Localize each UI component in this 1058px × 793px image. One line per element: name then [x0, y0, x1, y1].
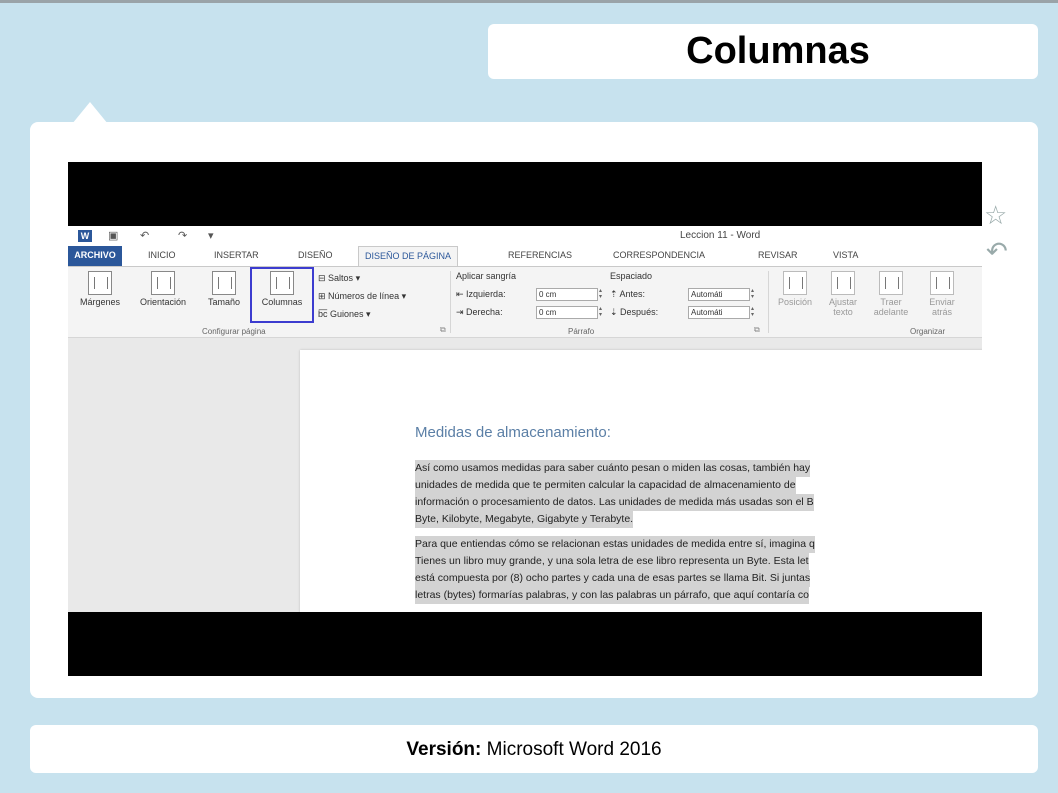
document-heading: Medidas de almacenamiento:	[415, 424, 611, 441]
tamano-label: Tamaño	[207, 297, 241, 307]
tab-inicio[interactable]: INICIO	[148, 250, 176, 260]
separator	[450, 271, 451, 333]
group-organizar: Organizar	[910, 327, 946, 336]
back-arrow-icon[interactable]: ↶	[986, 236, 1008, 267]
izquierda-text: Izquierda:	[466, 289, 506, 299]
paragraph-line: Para que entiendas cómo se relacionan es…	[415, 536, 815, 553]
despues-text: Después:	[620, 307, 659, 317]
despues-label: ⇣ Después:	[610, 307, 659, 317]
undo-icon[interactable]: ↶	[140, 229, 149, 242]
title-box: Columnas	[488, 24, 1038, 79]
tab-insertar[interactable]: INSERTAR	[214, 250, 259, 260]
ajustar-texto-button[interactable]: Ajustar texto	[820, 271, 866, 317]
bring-forward-icon	[879, 271, 903, 295]
ajustar-texto-label: Ajustar texto	[828, 297, 857, 317]
espaciado-label: Espaciado	[610, 271, 653, 281]
enviar-atras-button[interactable]: Enviar atrás	[920, 271, 964, 317]
separator	[768, 271, 769, 333]
aplicar-sangria-label: Aplicar sangría	[456, 271, 517, 281]
version-info: Versión: Microsoft Word 2016	[30, 739, 1038, 761]
redo-icon[interactable]: ↷	[178, 229, 187, 242]
derecha-spinner[interactable]: ▴ ▾	[599, 306, 606, 319]
paragraph-line: letras (bytes) formarías palabras, y con…	[415, 587, 809, 604]
antes-text: Antes:	[619, 289, 646, 299]
traer-adelante-label: Traer adelante	[873, 297, 909, 317]
group-configurar-pagina: Configurar página	[202, 327, 266, 336]
traer-adelante-button[interactable]: Traer adelante	[866, 271, 916, 317]
tab-referencias[interactable]: REFERENCIAS	[508, 250, 572, 260]
document-page[interactable]: Medidas de almacenamiento: Así como usam…	[300, 350, 982, 612]
size-icon	[212, 271, 236, 295]
derecha-label: ⇥ Derecha:	[456, 307, 503, 317]
antes-spinner[interactable]: ▴ ▾	[751, 288, 758, 301]
derecha-text: Derecha:	[466, 307, 503, 317]
guiones-label: Guiones	[330, 309, 364, 319]
top-border	[0, 0, 1058, 3]
customize-icon[interactable]: ▾	[208, 229, 214, 242]
tamano-button[interactable]: Tamaño	[200, 271, 248, 307]
group-parrafo: Párrafo	[568, 327, 595, 336]
saltos-label: Saltos	[328, 273, 354, 283]
version-value: Microsoft Word 2016	[481, 739, 662, 760]
orientacion-label: Orientación	[139, 297, 187, 307]
document-title: Leccion 11 - Word	[680, 230, 761, 241]
despues-input[interactable]: Automáti	[688, 306, 750, 319]
dialog-launcher-icon[interactable]: ⧉	[754, 325, 760, 335]
send-backward-icon	[930, 271, 954, 295]
orientation-icon	[151, 271, 175, 295]
video-frame[interactable]: W ▣ ↶ ↷ ▾ Leccion 11 - Word ARCHIVO INIC…	[68, 162, 982, 676]
saltos-button[interactable]: ⊟ Saltos ▾	[318, 273, 360, 284]
paragraph-line: unidades de medida que te permiten calcu…	[415, 477, 796, 494]
paragraph-line: Tienes un libro muy grande, y una sola l…	[415, 553, 809, 570]
position-icon	[783, 271, 807, 295]
ribbon-tabs: ARCHIVO INICIO INSERTAR DISEÑO DISEÑO DE…	[68, 246, 982, 267]
tab-archivo[interactable]: ARCHIVO	[68, 246, 122, 266]
footer-box: Versión: Microsoft Word 2016	[30, 725, 1038, 773]
posicion-button[interactable]: Posición	[770, 271, 820, 307]
document-area: Medidas de almacenamiento: Así como usam…	[68, 338, 982, 612]
dialog-launcher-icon[interactable]: ⧉	[440, 325, 446, 335]
star-icon[interactable]: ☆	[984, 200, 1007, 231]
izquierda-spinner[interactable]: ▴ ▾	[599, 288, 606, 301]
tab-diseno-de-pagina[interactable]: DISEÑO DE PÁGINA	[358, 246, 459, 267]
paragraph-line: Así como usamos medidas para saber cuánt…	[415, 460, 811, 477]
antes-input[interactable]: Automáti	[688, 288, 750, 301]
save-icon[interactable]: ▣	[108, 229, 118, 242]
ribbon: Márgenes Orientación Tamaño Columnas ⊟ S…	[68, 266, 982, 338]
despues-spinner[interactable]: ▴ ▾	[751, 306, 758, 319]
wrap-text-icon	[831, 271, 855, 295]
guiones-button[interactable]: b͞c Guiones ▾	[318, 309, 371, 320]
margins-icon	[88, 271, 112, 295]
tab-vista[interactable]: VISTA	[833, 250, 858, 260]
enviar-atras-label: Enviar atrás	[929, 297, 955, 317]
orientacion-button[interactable]: Orientación	[130, 271, 196, 307]
paragraph-line: información o procesamiento de datos. La…	[415, 494, 814, 511]
derecha-input[interactable]: 0 cm	[536, 306, 598, 319]
numeros-linea-label: Números de línea	[328, 291, 400, 301]
tab-diseno[interactable]: DISEÑO	[298, 250, 333, 260]
margenes-label: Márgenes	[79, 297, 121, 307]
antes-label: ⇡ Antes:	[610, 289, 646, 299]
word-logo-icon: W	[78, 230, 92, 242]
tab-revisar[interactable]: REVISAR	[758, 250, 798, 260]
version-label: Versión:	[406, 739, 482, 760]
slide-title: Columnas	[686, 30, 870, 72]
paragraph-line: Byte, Kilobyte, Megabyte, Gigabyte y Ter…	[415, 511, 634, 528]
izquierda-label: ⇤ Izquierda:	[456, 289, 506, 299]
word-screenshot: W ▣ ↶ ↷ ▾ Leccion 11 - Word ARCHIVO INIC…	[68, 226, 982, 612]
quick-access-toolbar: W ▣ ↶ ↷ ▾ Leccion 11 - Word	[68, 226, 982, 246]
card-notch	[72, 102, 108, 124]
paragraph-line: está compuesta por (8) ocho partes y cad…	[415, 570, 811, 587]
izquierda-input[interactable]: 0 cm	[536, 288, 598, 301]
columnas-highlight	[250, 267, 314, 323]
margenes-button[interactable]: Márgenes	[72, 271, 128, 307]
tab-correspondencia[interactable]: CORRESPONDENCIA	[613, 250, 705, 260]
posicion-label: Posición	[777, 297, 813, 307]
numeros-linea-button[interactable]: ⊞ Números de línea ▾	[318, 291, 406, 302]
